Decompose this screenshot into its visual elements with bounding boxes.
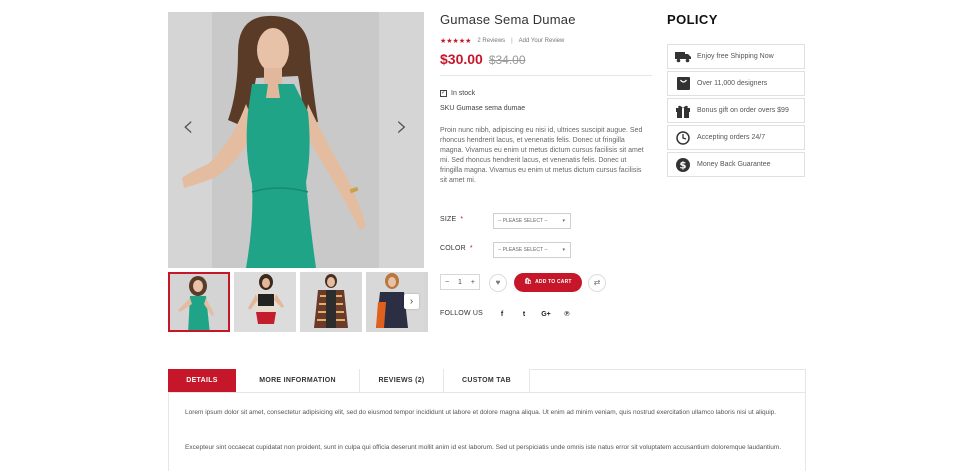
rating-separator: |: [511, 38, 513, 44]
old-price: $34.00: [488, 53, 526, 67]
policy-label: Accepting orders 24/7: [697, 134, 766, 141]
tab-details[interactable]: DETAILS: [168, 369, 236, 392]
sku: SKU Gumase sema dumae: [440, 105, 526, 112]
policy-item: Bonus gift on order overs $99: [667, 98, 805, 123]
thumbnail-strip: [168, 272, 428, 332]
current-price: $30.00: [440, 51, 483, 67]
follow-us-label: FOLLOW US: [440, 310, 484, 317]
size-label-text: SIZE: [440, 216, 457, 223]
gallery-next-arrow[interactable]: ›: [390, 112, 414, 144]
thumbnail-3[interactable]: [300, 272, 362, 332]
details-paragraph: Excepteur sint occaecat cupidatat non pr…: [185, 444, 782, 451]
gift-icon: [675, 104, 691, 118]
cart-bag-icon: 🛍: [524, 279, 533, 285]
color-select-value: -- PLEASE SELECT --: [498, 247, 548, 253]
chevron-down-icon: ▾: [562, 218, 565, 224]
wishlist-button[interactable]: ♥: [489, 274, 507, 292]
google-plus-icon[interactable]: G+: [540, 311, 552, 318]
color-select[interactable]: -- PLEASE SELECT -- ▾: [493, 242, 571, 258]
policy-label: Bonus gift on order overs $99: [697, 107, 789, 114]
clock-icon: [675, 130, 691, 145]
color-label: COLOR *: [440, 245, 473, 252]
qty-value[interactable]: 1: [458, 279, 462, 286]
color-label-text: COLOR: [440, 245, 466, 252]
size-select-value: -- PLEASE SELECT --: [498, 218, 548, 224]
policy-label: Enjoy free Shipping Now: [697, 53, 774, 60]
price-row: $30.00 $34.00: [440, 51, 526, 67]
divider: [440, 75, 652, 76]
policy-item: $ Money Back Guarantee: [667, 152, 805, 177]
policy-label: Over 11,000 designers: [697, 80, 768, 87]
thumbnail-image: [234, 272, 296, 332]
pinterest-icon[interactable]: ℗: [561, 311, 573, 318]
twitter-icon[interactable]: t: [518, 311, 530, 318]
heart-icon: ♥: [495, 278, 501, 287]
qty-minus-button[interactable]: −: [445, 279, 449, 286]
size-label: SIZE *: [440, 216, 463, 223]
required-marker: *: [460, 216, 464, 223]
thumbnail-image: [300, 272, 362, 332]
tab-underline: [168, 392, 806, 393]
policy-item: Enjoy free Shipping Now: [667, 44, 805, 69]
quantity-stepper[interactable]: − 1 +: [440, 274, 480, 290]
model-photo: [182, 15, 366, 268]
gallery-prev-arrow[interactable]: ‹: [176, 112, 200, 144]
required-marker: *: [469, 245, 473, 252]
qty-plus-button[interactable]: +: [471, 279, 475, 286]
product-title: Gumase Sema Dumae: [440, 12, 576, 27]
compare-button[interactable]: ⇄: [588, 274, 606, 292]
thumbnail-next-arrow[interactable]: ›: [404, 294, 419, 309]
facebook-icon[interactable]: f: [496, 311, 508, 318]
policy-label: Money Back Guarantee: [697, 161, 771, 168]
product-main-image[interactable]: [168, 12, 424, 268]
stock-status: ✓ In stock: [440, 90, 475, 97]
compare-icon: ⇄: [593, 278, 601, 287]
tab-custom[interactable]: CUSTOM TAB: [444, 369, 530, 392]
bag-icon: [675, 77, 691, 91]
details-paragraph: Lorem ipsum dolor sit amet, consectetur …: [185, 409, 777, 416]
add-to-cart-button[interactable]: 🛍 ADD TO CART: [514, 273, 582, 292]
policy-title: POLICY: [667, 12, 718, 27]
thumbnail-image: [170, 274, 228, 330]
add-review-link[interactable]: Add Your Review: [519, 38, 565, 44]
add-to-cart-label: ADD TO CART: [535, 279, 572, 285]
dollar-icon: $: [675, 157, 691, 172]
policy-item: Accepting orders 24/7: [667, 125, 805, 150]
svg-text:$: $: [680, 160, 687, 171]
rating-stars: ★★★★★: [440, 38, 472, 45]
tab-more-information[interactable]: MORE INFORMATION: [236, 369, 360, 392]
size-select[interactable]: -- PLEASE SELECT -- ▾: [493, 213, 571, 229]
chevron-down-icon: ▾: [562, 247, 565, 253]
policy-item: Over 11,000 designers: [667, 71, 805, 96]
reviews-count-link[interactable]: 2 Reviews: [477, 38, 505, 44]
tab-reviews[interactable]: REVIEWS (2): [360, 369, 444, 392]
check-icon: ✓: [440, 90, 447, 97]
thumbnail-2[interactable]: [234, 272, 296, 332]
truck-icon: [675, 50, 691, 64]
product-description: Proin nunc nibh, adipiscing eu nisi id, …: [440, 127, 644, 184]
stock-label: In stock: [451, 90, 476, 97]
thumbnail-1[interactable]: [168, 272, 230, 332]
rating-row: ★★★★★ 2 Reviews | Add Your Review: [440, 37, 564, 45]
